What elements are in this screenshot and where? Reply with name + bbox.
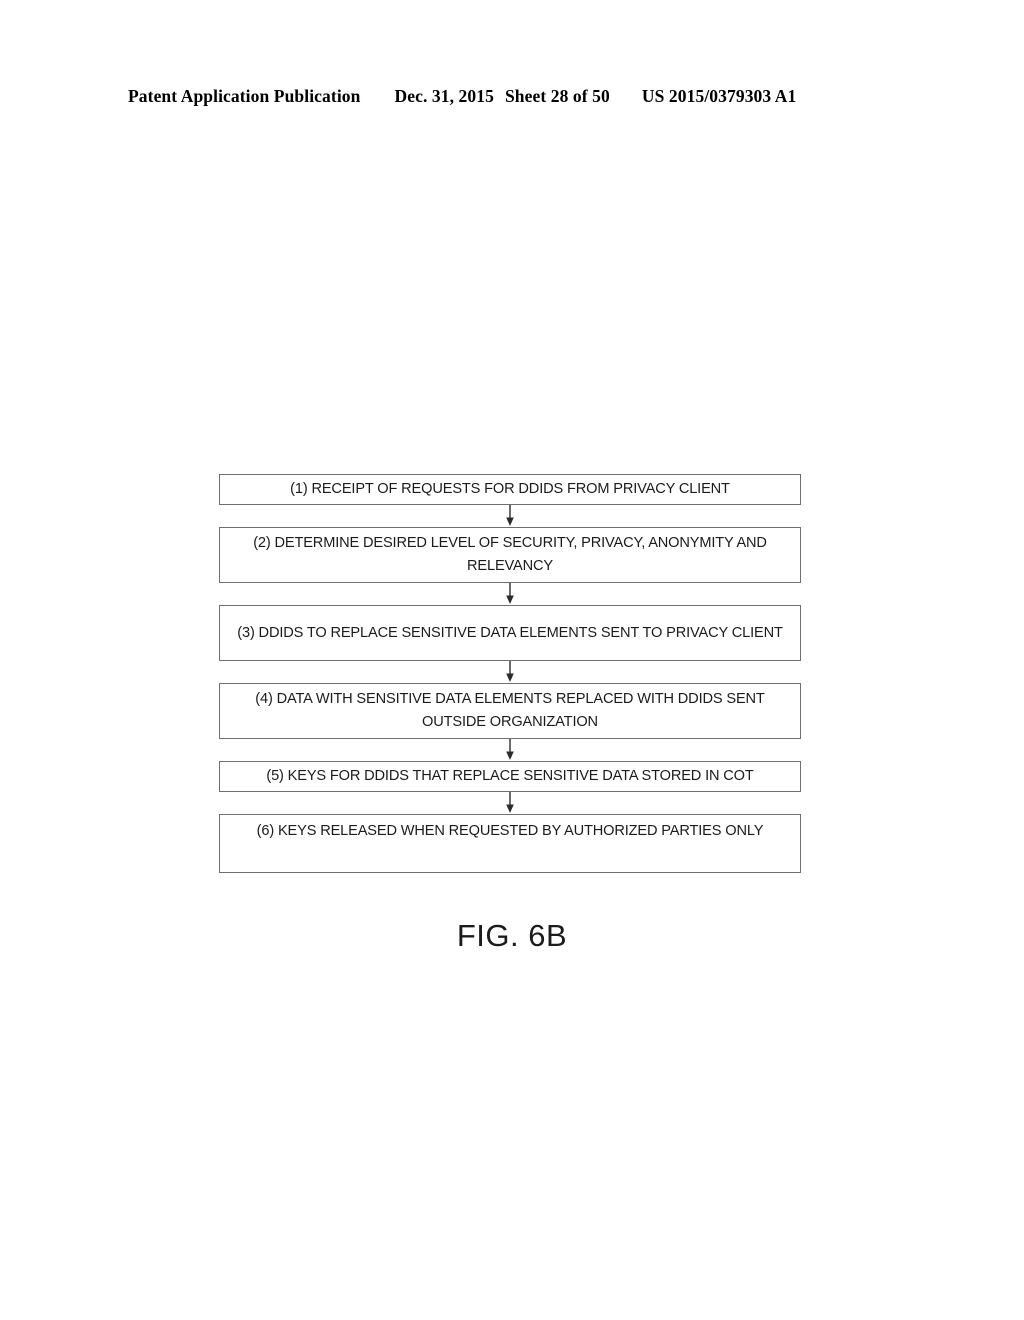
flowchart-step-5-label: (5) KEYS FOR DDIDS THAT REPLACE SENSITIV… [266, 768, 754, 784]
flowchart-step-5: (5) KEYS FOR DDIDS THAT REPLACE SENSITIV… [219, 761, 801, 792]
flowchart-connector-3-4 [219, 661, 801, 683]
flowchart-step-2: (2) DETERMINE DESIRED LEVEL OF SECURITY,… [219, 527, 801, 583]
flowchart-step-1-label: (1) RECEIPT OF REQUESTS FOR DDIDS FROM P… [290, 481, 730, 497]
flowchart-step-1: (1) RECEIPT OF REQUESTS FOR DDIDS FROM P… [219, 474, 801, 505]
down-arrow-icon [506, 739, 514, 760]
flowchart-connector-4-5 [219, 739, 801, 761]
down-arrow-icon [506, 583, 514, 604]
down-arrow-icon [506, 792, 514, 813]
flowchart-step-6: (6) KEYS RELEASED WHEN REQUESTED BY AUTH… [219, 814, 801, 873]
flowchart-step-6-label: (6) KEYS RELEASED WHEN REQUESTED BY AUTH… [256, 823, 764, 839]
header-date-label: Dec. 31, 2015 [394, 86, 494, 106]
flowchart-connector-5-6 [219, 792, 801, 814]
header-publication-label: Patent Application Publication [128, 86, 361, 106]
down-arrow-icon [506, 505, 514, 526]
header-sheet-label: Sheet 28 of 50 [504, 86, 610, 106]
flowchart-step-4: (4) DATA WITH SENSITIVE DATA ELEMENTS RE… [219, 683, 801, 739]
flowchart-step-4-label: (4) DATA WITH SENSITIVE DATA ELEMENTS RE… [255, 691, 765, 730]
page-header: Patent Application Publication Dec. 31, … [128, 86, 888, 112]
flowchart-connector-1-2 [219, 505, 801, 527]
figure-caption: FIG. 6B [456, 918, 568, 953]
flowchart-diagram: (1) RECEIPT OF REQUESTS FOR DDIDS FROM P… [219, 474, 801, 873]
down-arrow-icon [506, 661, 514, 682]
flowchart-connector-2-3 [219, 583, 801, 605]
flowchart-step-2-label: (2) DETERMINE DESIRED LEVEL OF SECURITY,… [253, 535, 767, 574]
flowchart-step-3-label: (3) DDIDS TO REPLACE SENSITIVE DATA ELEM… [237, 624, 783, 641]
flowchart-step-3: (3) DDIDS TO REPLACE SENSITIVE DATA ELEM… [219, 605, 801, 661]
header-publication-number: US 2015/0379303 A1 [641, 86, 797, 106]
